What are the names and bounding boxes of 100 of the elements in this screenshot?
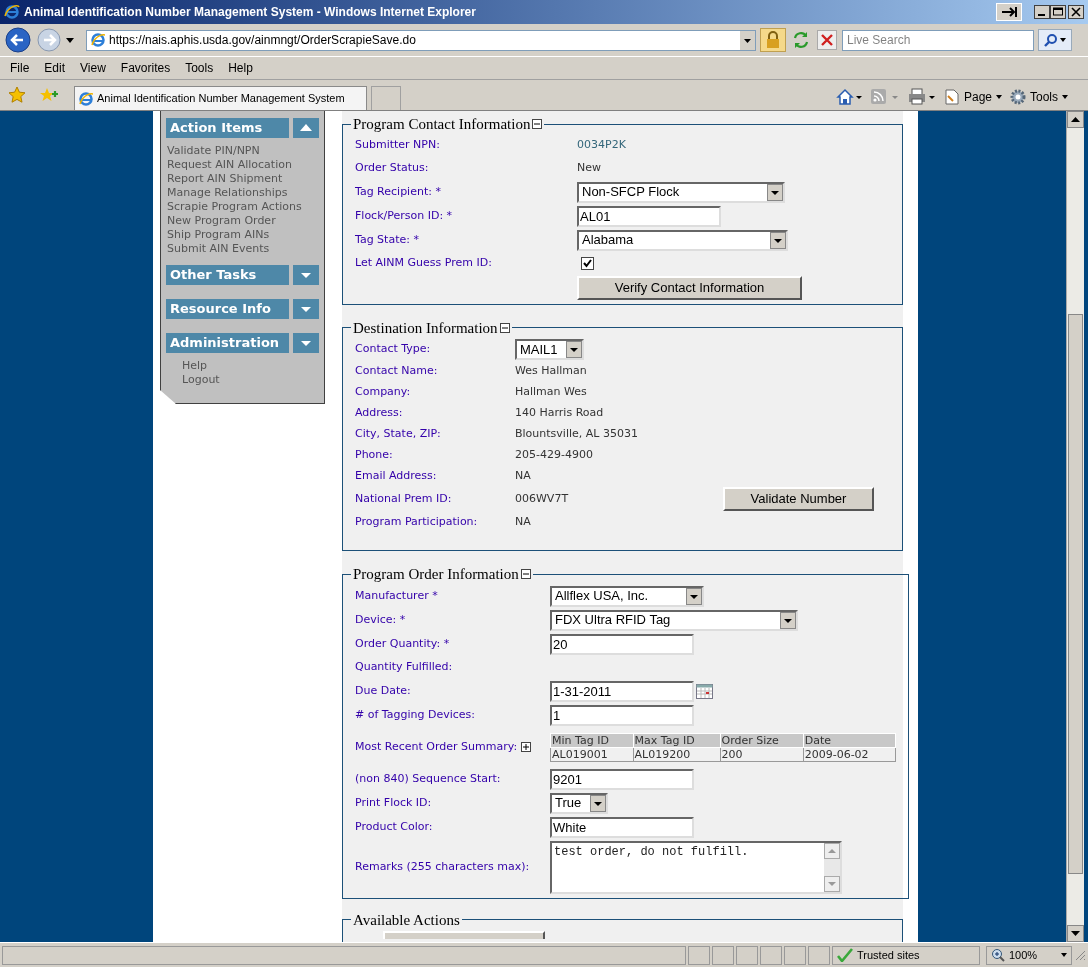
field-label: Address: (355, 404, 403, 421)
section-header[interactable]: Action Items (166, 118, 289, 138)
section-header[interactable]: Other Tasks (166, 265, 289, 285)
sidebar-link[interactable]: Validate PIN/NPN (167, 144, 319, 158)
search-field[interactable]: Live Search (842, 29, 1034, 51)
sidebar-link[interactable]: Request AIN Allocation (167, 158, 319, 172)
field-label: Program Participation: (355, 513, 478, 530)
maximize-icon[interactable] (1050, 5, 1066, 19)
dropdown-caret-icon[interactable] (66, 37, 74, 43)
browser-logo-icon (4, 4, 20, 20)
sidebar-link[interactable]: Help (182, 359, 319, 373)
expand-button[interactable] (293, 333, 319, 353)
toolbar-button[interactable]: Page (943, 88, 1002, 106)
field-value: 205-429-4900 (515, 446, 593, 463)
stop-icon[interactable] (816, 29, 838, 51)
section-header[interactable]: Resource Info (166, 299, 289, 319)
field-label: Contact Type: (355, 341, 431, 358)
close-icon[interactable] (1068, 5, 1084, 19)
input-field[interactable]: White (550, 816, 694, 838)
toolbar-button[interactable]: Tools (1010, 88, 1068, 106)
expand-icon[interactable] (521, 742, 532, 752)
security-zone: Trusted sites (832, 945, 980, 965)
star-icon[interactable] (8, 86, 26, 104)
scrollbar[interactable] (1066, 111, 1084, 942)
dropdown[interactable]: MAIL1 (515, 339, 584, 360)
dropdown[interactable]: Non-SFCP Flock (577, 181, 785, 203)
status-pane (736, 945, 758, 965)
resize-grip-icon[interactable] (1074, 949, 1086, 961)
collapse-button[interactable] (293, 118, 319, 138)
sidebar-link[interactable]: New Program Order (167, 214, 319, 228)
dropdown-caret-icon (686, 587, 702, 605)
caret-icon (996, 95, 1002, 99)
section-title: Program Contact Information (353, 115, 531, 134)
caret-icon (1062, 95, 1068, 99)
input-field[interactable]: AL01 (577, 205, 721, 227)
sidebar-link[interactable]: Report AIN Shipment (167, 172, 319, 186)
status-pane (784, 945, 806, 965)
table-cell: AL019001 (550, 747, 634, 761)
scroll-down-icon[interactable] (1067, 925, 1084, 942)
print-icon[interactable] (907, 88, 936, 106)
caret-icon (1061, 953, 1067, 957)
button[interactable]: Verify Contact Information (577, 275, 802, 300)
menu-item[interactable]: Favorites (120, 59, 171, 77)
caret-icon (1060, 38, 1066, 42)
expand-button[interactable] (293, 299, 319, 319)
search-button[interactable] (1038, 29, 1072, 51)
checked-checkbox[interactable] (581, 257, 594, 270)
back-icon[interactable] (4, 26, 32, 54)
sidebar-link[interactable]: Ship Program AINs (167, 228, 319, 242)
dropdown[interactable]: Allflex USA, Inc. (550, 585, 704, 607)
field-label: Due Date: (355, 682, 411, 699)
button[interactable]: Validate Number (723, 487, 874, 511)
sidebar-link[interactable]: Scrapie Program Actions (167, 200, 319, 214)
field-label: Contact Name: (355, 362, 438, 379)
status-pane (712, 945, 734, 965)
collapse-icon[interactable] (499, 322, 510, 333)
scroll-thumb[interactable] (1068, 314, 1083, 874)
scroll-up-icon[interactable] (1067, 111, 1084, 128)
menu-item[interactable]: Edit (44, 59, 66, 77)
sidebar-link[interactable]: Submit AIN Events (167, 242, 319, 256)
dropdown[interactable]: Alabama (577, 229, 788, 251)
field-label: National Prem ID: (355, 490, 452, 507)
scrollbar[interactable] (824, 842, 840, 892)
dropdown[interactable]: FDX Ultra RFID Tag (550, 609, 798, 631)
menu-item[interactable]: File (10, 59, 30, 77)
check-icon (837, 948, 853, 962)
collapse-icon[interactable] (520, 569, 531, 580)
collapse-icon[interactable] (532, 119, 543, 130)
input-field[interactable]: 1-31-2011 (550, 680, 694, 702)
field-label: Print Flock ID: (355, 794, 432, 811)
expand-button[interactable] (293, 265, 319, 285)
minimize-icon[interactable] (1034, 5, 1050, 19)
calendar-icon[interactable] (696, 683, 713, 699)
section-header[interactable]: Administration (166, 333, 289, 353)
browser-tab[interactable]: Animal Identification Number Management System (74, 86, 367, 110)
sidebar-link[interactable]: Manage Relationships (167, 186, 319, 200)
dropdown-caret-icon (780, 611, 796, 629)
dropdown-caret-icon[interactable] (740, 30, 755, 50)
field-value: NA (515, 513, 531, 530)
address-field[interactable]: https://nais.aphis.usda.gov/ainmngt/OrderScrapieSave.do (86, 29, 756, 51)
input-field[interactable]: 1 (550, 704, 694, 726)
input-field[interactable]: 9201 (550, 768, 694, 790)
lock-icon[interactable] (760, 28, 786, 52)
remarks-textarea[interactable]: test order, do not fulfill. (550, 840, 842, 894)
menu-item[interactable]: Help (228, 59, 253, 77)
field-label: Tag State: * (355, 231, 419, 248)
column-header: Order Size (720, 733, 804, 747)
search-icon (1044, 33, 1058, 47)
dropdown[interactable]: True (550, 792, 608, 814)
home-icon[interactable] (835, 88, 862, 106)
menu-item[interactable]: Tools (185, 59, 214, 77)
field-value: 0034P2K (577, 137, 626, 154)
field-label: Email Address: (355, 467, 437, 484)
input-field[interactable]: 20 (550, 633, 694, 655)
page-icon (79, 91, 93, 106)
sidebar-link[interactable]: Logout (182, 373, 319, 387)
menu-item[interactable]: View (80, 59, 106, 77)
zoom-button[interactable]: 100% (986, 945, 1072, 965)
field-label: Product Color: (355, 818, 433, 835)
dropdown-caret-icon (590, 794, 606, 812)
